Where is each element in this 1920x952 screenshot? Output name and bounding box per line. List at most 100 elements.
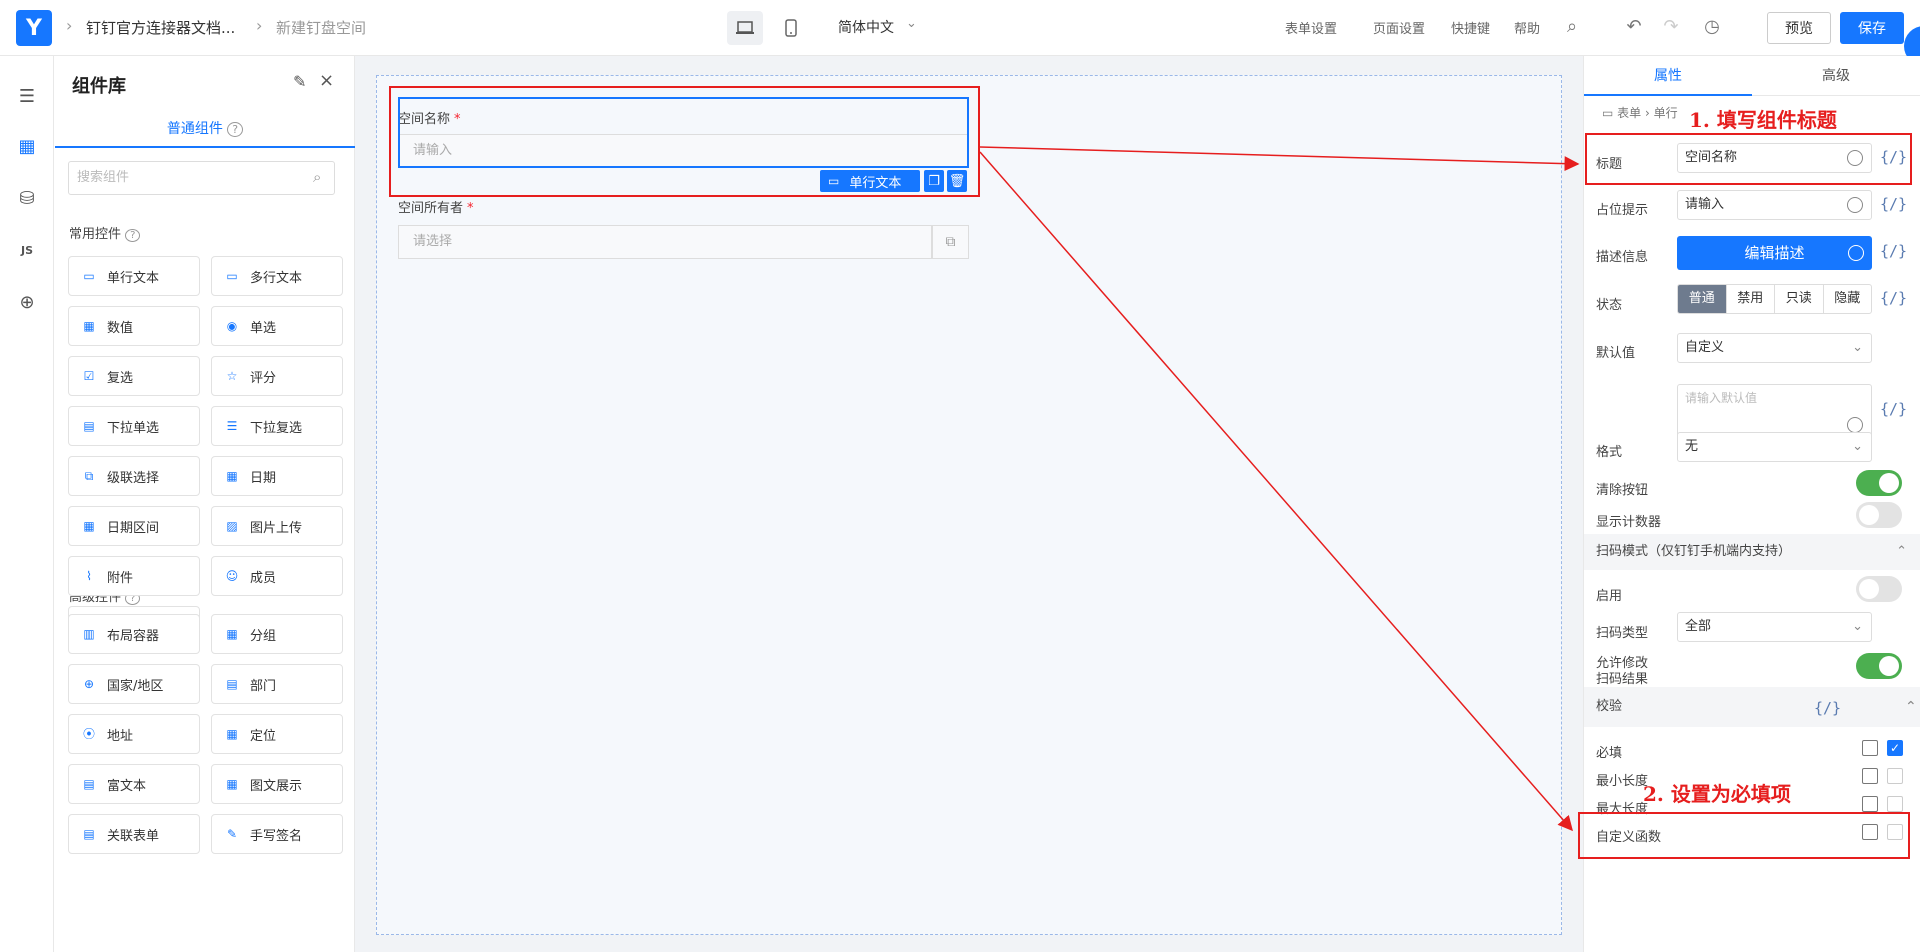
state-normal[interactable]: 普通 (1678, 285, 1726, 313)
placeholder-input[interactable]: 请输入 (1677, 190, 1872, 220)
state-disabled[interactable]: 禁用 (1725, 285, 1775, 313)
required-label: 必填 (1596, 746, 1623, 761)
edit-icon[interactable] (1862, 740, 1878, 756)
component-item[interactable]: ▥ 布局容器 (68, 614, 200, 654)
scan-type-select[interactable]: 全部 ⌄ (1677, 612, 1872, 642)
components-icon[interactable]: ▦ (14, 134, 40, 160)
expression-icon[interactable]: {/} (1880, 195, 1907, 213)
help-icon: ? (125, 229, 141, 242)
scan-type-value: 全部 (1685, 619, 1712, 634)
expression-icon[interactable]: {/} (1880, 289, 1907, 307)
required-checkbox[interactable]: ✓ (1887, 740, 1903, 756)
allow-edit-toggle[interactable] (1856, 653, 1902, 679)
preview-button[interactable]: 预览 (1767, 12, 1831, 44)
component-item[interactable]: ✎ 手写签名 (211, 814, 343, 854)
breadcrumb-app[interactable]: 钉钉官方连接器文档... (86, 17, 235, 38)
save-button[interactable]: 保存 (1840, 12, 1904, 44)
member-picker-icon[interactable]: ⧉ (932, 225, 969, 259)
pin-icon[interactable]: ✎ (293, 72, 306, 91)
tab-advanced[interactable]: 高级 (1752, 56, 1920, 96)
component-icon: ▦ (226, 469, 238, 483)
outline-icon[interactable]: ☰ (14, 84, 40, 110)
component-item[interactable]: ⊕ 国家/地区 (68, 664, 200, 704)
default-label: 默认值 (1596, 346, 1636, 361)
toggle-knob (1879, 473, 1899, 493)
state-readonly[interactable]: 只读 (1774, 285, 1823, 313)
component-icon: ⦿ (82, 727, 95, 741)
component-icon: ▤ (83, 777, 95, 791)
history-icon[interactable]: ◷ (1701, 16, 1723, 38)
toggle-knob (1879, 656, 1899, 676)
component-item[interactable]: ☺ 成员 (211, 556, 343, 596)
expression-icon[interactable]: {/} (1880, 242, 1907, 260)
edit-icon[interactable] (1862, 768, 1878, 784)
component-item[interactable]: ▨ 图片上传 (211, 506, 343, 546)
edit-icon[interactable] (1862, 796, 1878, 812)
component-item[interactable]: ⌇ 附件 (68, 556, 200, 596)
component-item[interactable]: ▤ 富文本 (68, 764, 200, 804)
component-item[interactable]: ◉ 单选 (211, 306, 343, 346)
form-canvas[interactable] (376, 75, 1562, 935)
expression-icon[interactable]: {/} (1814, 699, 1841, 717)
redo-icon[interactable]: ↷ (1660, 16, 1682, 38)
component-item[interactable]: ☆ 评分 (211, 356, 343, 396)
component-item[interactable]: ▭ 单行文本 (68, 256, 200, 296)
component-item[interactable]: ▦ 图文展示 (211, 764, 343, 804)
tab-properties[interactable]: 属性 (1584, 56, 1752, 96)
component-search-input[interactable]: 搜索组件 (68, 161, 335, 195)
undo-icon[interactable]: ↶ (1623, 16, 1645, 38)
component-item[interactable]: ▦ 日期区间 (68, 506, 200, 546)
breadcrumb-form[interactable]: 表单 (1617, 106, 1641, 120)
help-link[interactable]: 帮助 (1514, 18, 1540, 37)
state-hidden[interactable]: 隐藏 (1822, 285, 1872, 313)
format-select[interactable]: 无 ⌄ (1677, 432, 1872, 462)
component-label: 附件 (107, 570, 134, 586)
clear-button-toggle[interactable] (1856, 470, 1902, 496)
globe-icon[interactable]: ⊕ (14, 290, 40, 316)
validation-group-header[interactable]: 校验 (1584, 687, 1920, 727)
chevron-down-icon: ⌄ (906, 16, 917, 31)
js-icon[interactable]: JS (14, 238, 40, 264)
component-icon: ▭ (83, 269, 95, 283)
shortcuts-link[interactable]: 快捷键 (1451, 18, 1490, 37)
component-icon: ☺ (225, 569, 239, 583)
component-icon: ✎ (226, 827, 238, 841)
component-item[interactable]: ☰ 下拉复选 (211, 406, 343, 446)
counter-toggle[interactable] (1856, 502, 1902, 528)
globe-icon[interactable] (1847, 197, 1863, 213)
search-icon[interactable]: ⌕ (1561, 16, 1583, 38)
tab-basic-components[interactable]: 普通组件 ? (55, 118, 355, 148)
language-select[interactable]: 简体中文 (838, 17, 894, 37)
globe-icon[interactable] (1848, 245, 1864, 261)
component-item[interactable]: ▤ 部门 (211, 664, 343, 704)
scan-enable-toggle[interactable] (1856, 576, 1902, 602)
page-settings-link[interactable]: 页面设置 (1373, 18, 1425, 37)
component-item[interactable]: ⦿ 地址 (68, 714, 200, 754)
expression-icon[interactable]: {/} (1880, 400, 1907, 418)
component-item[interactable]: ▦ 日期 (211, 456, 343, 496)
app-logo[interactable]: Y (16, 10, 52, 46)
globe-icon[interactable] (1847, 417, 1863, 433)
component-item[interactable]: ▤ 关联表单 (68, 814, 200, 854)
desktop-view-button[interactable] (727, 11, 763, 45)
mobile-view-button[interactable] (773, 11, 809, 45)
min-length-checkbox[interactable] (1887, 768, 1903, 784)
breadcrumb-component: 单行 (1653, 106, 1678, 120)
component-item[interactable]: ▦ 数值 (68, 306, 200, 346)
edit-description-button[interactable]: 编辑描述 (1677, 236, 1872, 270)
component-item[interactable]: ⧉ 级联选择 (68, 456, 200, 496)
close-icon[interactable]: × (319, 70, 334, 91)
scan-mode-group-header[interactable]: 扫码模式（仅钉钉手机端内支持） ⌃ (1584, 534, 1920, 570)
max-length-checkbox[interactable] (1887, 796, 1903, 812)
component-item[interactable]: ▭ 多行文本 (211, 256, 343, 296)
component-item[interactable]: ☑ 复选 (68, 356, 200, 396)
component-item[interactable]: ▦ 定位 (211, 714, 343, 754)
component-item[interactable]: ▦ 分组 (211, 614, 343, 654)
form-settings-link[interactable]: 表单设置 (1285, 18, 1337, 37)
datasource-icon[interactable]: ⛁ (14, 186, 40, 212)
default-mode-select[interactable]: 自定义 ⌄ (1677, 333, 1872, 363)
component-item[interactable]: ▤ 下拉单选 (68, 406, 200, 446)
scan-type-label: 扫码类型 (1596, 626, 1649, 641)
space-owner-select[interactable]: 请选择 (398, 225, 932, 259)
component-label: 图文展示 (250, 778, 303, 794)
